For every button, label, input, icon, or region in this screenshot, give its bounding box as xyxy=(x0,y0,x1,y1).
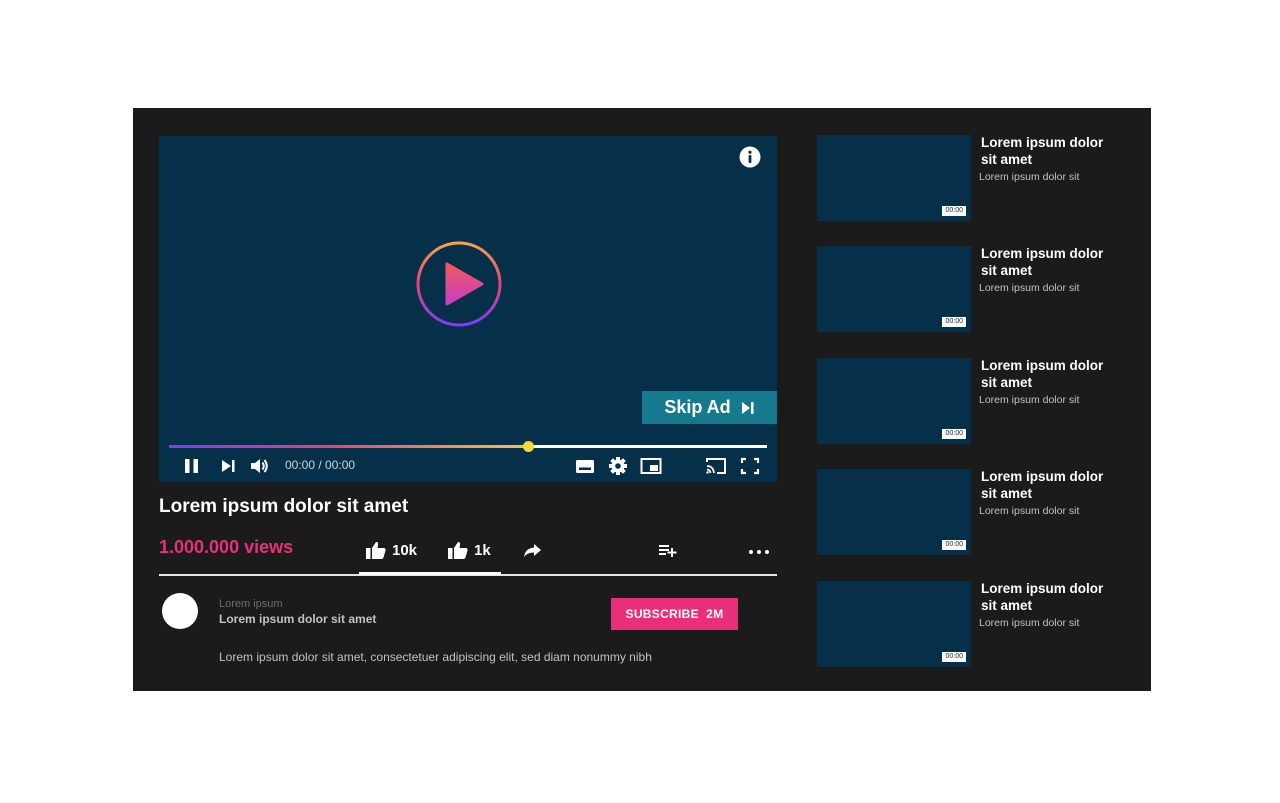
cast-button[interactable] xyxy=(705,456,727,476)
duration-badge: 00:00 xyxy=(942,540,966,550)
recommended-video-channel: Lorem ipsum dolor sit xyxy=(979,505,1080,517)
dislike-count: 1k xyxy=(474,541,491,559)
recommended-video-title[interactable]: Lorem ipsum dolor sit amet xyxy=(981,245,1117,279)
video-thumbnail[interactable]: 00:00 xyxy=(817,135,971,221)
video-thumbnail[interactable]: 00:00 xyxy=(817,358,971,444)
duration-badge: 00:00 xyxy=(942,206,966,216)
recommended-video-title[interactable]: Lorem ipsum dolor sit amet xyxy=(981,468,1117,502)
skip-next-icon xyxy=(741,401,754,414)
settings-button[interactable] xyxy=(607,456,629,476)
video-player[interactable]: Skip Ad 00:00 / 00:00 xyxy=(159,136,777,482)
fullscreen-icon xyxy=(740,457,760,475)
recommended-video-title[interactable]: Lorem ipsum dolor sit amet xyxy=(981,134,1117,168)
recommended-video-title[interactable]: Lorem ipsum dolor sit amet xyxy=(981,357,1117,391)
time-display: 00:00 / 00:00 xyxy=(285,458,356,472)
volume-icon xyxy=(251,459,268,473)
subtitles-icon xyxy=(576,460,594,473)
avatar[interactable] xyxy=(162,593,198,629)
duration-badge: 00:00 xyxy=(942,652,966,662)
progress-bar[interactable] xyxy=(169,441,767,452)
pause-icon xyxy=(185,459,198,473)
add-to-playlist-icon xyxy=(659,545,677,557)
thumb-up-icon xyxy=(448,541,468,559)
play-icon[interactable] xyxy=(415,240,503,328)
progress-fill xyxy=(169,445,528,448)
duration-badge: 00:00 xyxy=(942,429,966,439)
skip-ad-button[interactable]: Skip Ad xyxy=(642,391,777,424)
add-to-playlist-button[interactable] xyxy=(657,539,679,561)
miniplayer-button[interactable] xyxy=(640,456,662,476)
video-thumbnail[interactable]: 00:00 xyxy=(817,246,971,332)
share-icon xyxy=(524,544,541,557)
duration-badge: 00:00 xyxy=(942,317,966,327)
miniplayer-icon xyxy=(640,458,662,474)
more-button[interactable] xyxy=(748,539,770,561)
video-description: Lorem ipsum dolor sit amet, consectetuer… xyxy=(219,650,652,664)
channel-name[interactable]: Lorem ipsum xyxy=(219,598,283,610)
fullscreen-button[interactable] xyxy=(739,456,761,476)
thumb-up-icon xyxy=(366,541,386,559)
recommended-video[interactable]: 00:00 Lorem ipsum dolor sit amet Lorem i… xyxy=(817,469,1117,555)
next-icon xyxy=(222,460,235,472)
dislike-button[interactable]: 1k xyxy=(447,539,491,561)
info-icon[interactable] xyxy=(739,146,761,168)
subscribe-label: SUBSCRIBE 2M xyxy=(625,607,724,621)
recommended-video[interactable]: 00:00 Lorem ipsum dolor sit amet Lorem i… xyxy=(817,581,1117,667)
recommended-video-title[interactable]: Lorem ipsum dolor sit amet xyxy=(981,580,1117,614)
recommended-video[interactable]: 00:00 Lorem ipsum dolor sit amet Lorem i… xyxy=(817,135,1117,221)
view-count: 1.000.000 views xyxy=(159,537,294,557)
rating-underline xyxy=(359,572,501,575)
more-icon xyxy=(749,550,769,554)
gear-icon xyxy=(609,457,627,475)
recommended-video[interactable]: 00:00 Lorem ipsum dolor sit amet Lorem i… xyxy=(817,358,1117,444)
recommended-video-channel: Lorem ipsum dolor sit xyxy=(979,394,1080,406)
progress-knob[interactable] xyxy=(522,441,534,452)
subscribe-button[interactable]: SUBSCRIBE 2M xyxy=(611,598,738,630)
recommended-video-channel: Lorem ipsum dolor sit xyxy=(979,282,1080,294)
video-page: Skip Ad 00:00 / 00:00 Lorem ipsum dolor … xyxy=(133,108,1151,691)
like-count: 10k xyxy=(392,541,418,559)
recommended-video[interactable]: 00:00 Lorem ipsum dolor sit amet Lorem i… xyxy=(817,246,1117,332)
skip-ad-label: Skip Ad xyxy=(664,397,731,417)
volume-button[interactable] xyxy=(249,456,271,476)
cast-icon xyxy=(706,458,726,474)
player-controls: 00:00 / 00:00 xyxy=(159,454,777,478)
pause-button[interactable] xyxy=(181,456,203,476)
share-button[interactable] xyxy=(521,539,543,561)
recommended-video-channel: Lorem ipsum dolor sit xyxy=(979,171,1080,183)
recommended-video-channel: Lorem ipsum dolor sit xyxy=(979,617,1080,629)
channel-description: Lorem ipsum dolor sit amet xyxy=(219,612,377,626)
video-thumbnail[interactable]: 00:00 xyxy=(817,581,971,667)
video-title: Lorem ipsum dolor sit amet xyxy=(159,496,409,517)
video-thumbnail[interactable]: 00:00 xyxy=(817,469,971,555)
next-button[interactable] xyxy=(217,456,239,476)
subtitles-button[interactable] xyxy=(574,456,596,476)
like-button[interactable]: 10k xyxy=(365,539,417,561)
